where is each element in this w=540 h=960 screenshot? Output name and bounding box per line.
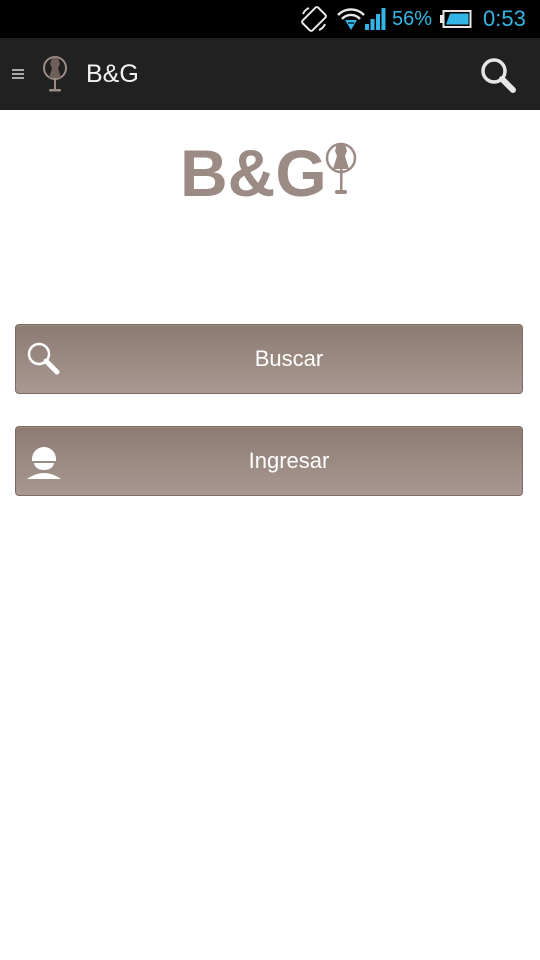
action-bar: B&G xyxy=(0,38,540,111)
clock: 0:53 xyxy=(483,6,526,31)
battery-icon xyxy=(440,0,474,38)
buscar-button-label: Buscar xyxy=(254,346,324,371)
signal-icon xyxy=(364,0,388,38)
status-bar: 56% 0:53 xyxy=(0,0,540,38)
search-icon[interactable] xyxy=(478,55,518,95)
wifi-icon xyxy=(336,0,366,38)
brand-logo: B&G xyxy=(180,136,365,210)
main-content: B&G Buscar Ingresar xyxy=(0,110,540,960)
app-title: B&G xyxy=(86,59,139,88)
ingresar-button-label: Ingresar xyxy=(248,448,330,473)
buscar-button[interactable]: Buscar xyxy=(15,324,523,394)
brand-logo-text: B&G xyxy=(180,138,327,202)
battery-percent: 56% xyxy=(392,7,433,30)
ingresar-button[interactable]: Ingresar xyxy=(15,426,523,496)
screen-rotate-icon xyxy=(300,0,330,38)
menu-icon[interactable] xyxy=(10,66,26,82)
app-logo-icon[interactable] xyxy=(40,54,70,94)
